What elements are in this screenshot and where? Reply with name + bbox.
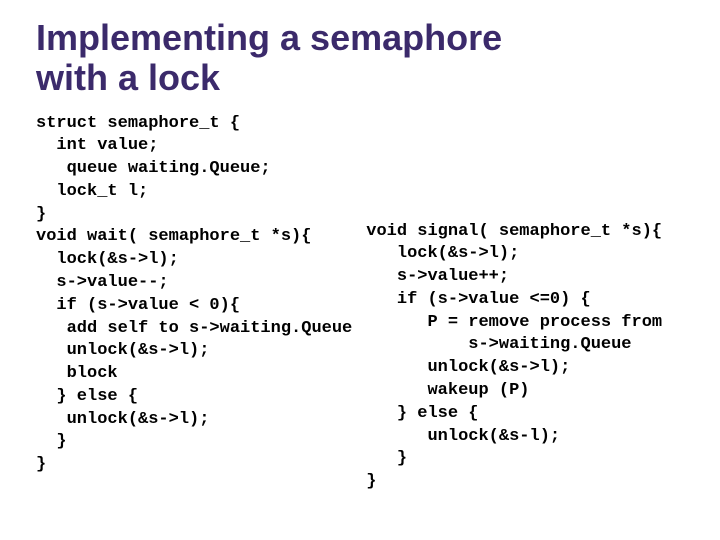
- slide-title: Implementing a semaphore with a lock: [36, 18, 692, 99]
- title-line-1: Implementing a semaphore: [36, 17, 502, 58]
- code-block-right: void signal( semaphore_t *s){ lock(&s->l…: [366, 113, 662, 494]
- code-block-left: struct semaphore_t { int value; queue wa…: [36, 113, 352, 477]
- title-line-2: with a lock: [36, 57, 220, 98]
- slide-body: struct semaphore_t { int value; queue wa…: [36, 113, 692, 494]
- slide: Implementing a semaphore with a lock str…: [0, 0, 720, 540]
